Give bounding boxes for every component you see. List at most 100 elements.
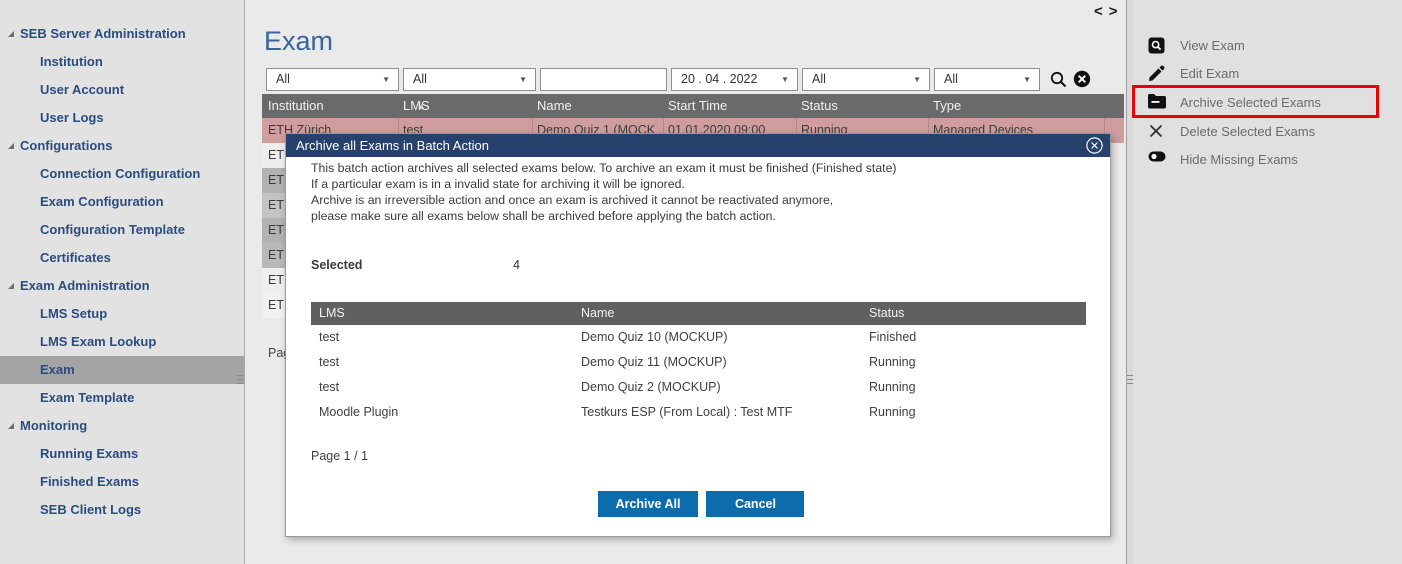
history-nav: <> bbox=[1094, 3, 1124, 20]
seb-server-app: SEB Server Administration Institution Us… bbox=[0, 0, 1402, 564]
sidebar-item-exam-configuration[interactable]: Exam Configuration bbox=[0, 188, 244, 216]
cell-lms: test bbox=[319, 325, 339, 350]
action-label: Archive Selected Exams bbox=[1180, 94, 1321, 112]
filter-value: All bbox=[413, 72, 427, 86]
sidebar-item-lms-setup[interactable]: LMS Setup bbox=[0, 300, 244, 328]
filter-type-select[interactable]: All▼ bbox=[934, 68, 1040, 91]
column-header-name[interactable]: Name bbox=[537, 94, 572, 118]
sidebar-item-label: Exam bbox=[40, 362, 75, 377]
description-line: This batch action archives all selected … bbox=[311, 160, 897, 176]
column-header-type[interactable]: Type bbox=[933, 94, 961, 118]
chevron-down-icon: ▼ bbox=[519, 69, 527, 90]
column-header-status[interactable]: Status bbox=[801, 94, 838, 118]
sidebar-item-lms-exam-lookup[interactable]: LMS Exam Lookup bbox=[0, 328, 244, 356]
view-exam-icon bbox=[1148, 37, 1165, 54]
cell-name: Demo Quiz 2 (MOCKUP) bbox=[581, 375, 721, 400]
table-row[interactable]: ET bbox=[262, 268, 285, 293]
sidebar-section-label: Configurations bbox=[20, 138, 112, 153]
table-row[interactable]: ET bbox=[262, 293, 285, 318]
cell-name: Demo Quiz 11 (MOCKUP) bbox=[581, 350, 727, 375]
chevron-down-icon: ▼ bbox=[913, 69, 921, 90]
sidebar-item-connection-configuration[interactable]: Connection Configuration bbox=[0, 160, 244, 188]
sidebar-section-seb-server-administration[interactable]: SEB Server Administration bbox=[0, 20, 244, 48]
table-row-selected[interactable]: ET bbox=[262, 168, 285, 193]
archive-all-button[interactable]: Archive All bbox=[598, 491, 698, 517]
sidebar-item-label: Configuration Template bbox=[40, 222, 185, 237]
cell-status: Running bbox=[869, 350, 916, 375]
cell-status: Running bbox=[869, 400, 916, 425]
action-label: Hide Missing Exams bbox=[1180, 151, 1298, 169]
sidebar-item-label: Institution bbox=[40, 54, 103, 69]
sidebar-item-certificates[interactable]: Certificates bbox=[0, 244, 244, 272]
search-icon[interactable] bbox=[1049, 70, 1068, 94]
action-label: View Exam bbox=[1180, 37, 1245, 55]
chevron-down-icon: ▼ bbox=[781, 69, 789, 90]
filter-value: 20 . 04 . 2022 bbox=[681, 72, 757, 86]
table-row[interactable]: Moodle Plugin Testkurs ESP (From Local) … bbox=[311, 400, 1086, 425]
sidebar-item-seb-client-logs[interactable]: SEB Client Logs bbox=[0, 496, 244, 524]
forward-arrow-icon[interactable]: > bbox=[1109, 3, 1124, 20]
description-line: Archive is an irreversible action and on… bbox=[311, 192, 897, 208]
table-row[interactable]: test Demo Quiz 2 (MOCKUP) Running bbox=[311, 375, 1086, 400]
dialog-description: This batch action archives all selected … bbox=[311, 160, 897, 224]
filter-institution-select[interactable]: All▼ bbox=[266, 68, 399, 91]
cell-status: Finished bbox=[869, 325, 916, 350]
sidebar: SEB Server Administration Institution Us… bbox=[0, 0, 245, 564]
filter-name-input[interactable] bbox=[540, 68, 667, 91]
sidebar-item-user-logs[interactable]: User Logs bbox=[0, 104, 244, 132]
sidebar-item-label: Running Exams bbox=[40, 446, 138, 461]
sidebar-item-configuration-template[interactable]: Configuration Template bbox=[0, 216, 244, 244]
cell-lms: test bbox=[319, 350, 339, 375]
description-line: If a particular exam is in a invalid sta… bbox=[311, 176, 897, 192]
sidebar-section-configurations[interactable]: Configurations bbox=[0, 132, 244, 160]
action-panel bbox=[1133, 0, 1402, 564]
clear-filter-icon[interactable] bbox=[1073, 70, 1091, 93]
dialog-titlebar: Archive all Exams in Batch Action bbox=[286, 134, 1110, 157]
selected-label: Selected bbox=[311, 258, 362, 272]
cell-institution-fragment: ET bbox=[268, 298, 284, 312]
close-icon[interactable] bbox=[1086, 137, 1103, 161]
dialog-page-indicator: Page 1 / 1 bbox=[311, 449, 368, 463]
filter-lms-select[interactable]: All ▼ bbox=[403, 68, 536, 91]
table-row[interactable]: ET bbox=[262, 143, 285, 168]
cell-name: Testkurs ESP (From Local) : Test MTF bbox=[581, 400, 792, 425]
cell-name: Demo Quiz 10 (MOCKUP) bbox=[581, 325, 728, 350]
sidebar-item-institution[interactable]: Institution bbox=[0, 48, 244, 76]
column-header-lms[interactable]: LMS bbox=[403, 94, 430, 118]
sidebar-item-label: LMS Setup bbox=[40, 306, 107, 321]
cell-institution-fragment: ET bbox=[268, 248, 284, 262]
column-header-start-time[interactable]: Start Time bbox=[668, 94, 727, 118]
table-row-selected[interactable]: ET bbox=[262, 218, 285, 243]
sidebar-item-label: Exam Configuration bbox=[40, 194, 164, 209]
column-header-institution[interactable]: Institution bbox=[268, 94, 324, 118]
sidebar-item-exam[interactable]: Exam bbox=[0, 356, 244, 384]
filter-status-select[interactable]: All▼ bbox=[802, 68, 930, 91]
sidebar-item-label: User Logs bbox=[40, 110, 104, 125]
sidebar-section-monitoring[interactable]: Monitoring bbox=[0, 412, 244, 440]
sidebar-item-exam-template[interactable]: Exam Template bbox=[0, 384, 244, 412]
table-row-selected[interactable]: ET bbox=[262, 243, 285, 268]
table-row[interactable]: test Demo Quiz 10 (MOCKUP) Finished bbox=[311, 325, 1086, 350]
sidebar-item-label: LMS Exam Lookup bbox=[40, 334, 156, 349]
sidebar-item-label: Exam Template bbox=[40, 390, 134, 405]
cancel-button[interactable]: Cancel bbox=[706, 491, 804, 517]
back-arrow-icon[interactable]: < bbox=[1094, 3, 1109, 20]
description-line: please make sure all exams below shall b… bbox=[311, 208, 897, 224]
sidebar-splitter-handle[interactable] bbox=[237, 372, 244, 388]
column-header-status: Status bbox=[869, 302, 904, 325]
sidebar-item-label: Finished Exams bbox=[40, 474, 139, 489]
table-row-selected[interactable]: ET bbox=[262, 193, 285, 218]
sidebar-item-finished-exams[interactable]: Finished Exams bbox=[0, 468, 244, 496]
sidebar-section-exam-administration[interactable]: Exam Administration bbox=[0, 272, 244, 300]
archive-batch-dialog: Archive all Exams in Batch Action This b… bbox=[285, 133, 1111, 537]
cell-lms: Moodle Plugin bbox=[319, 400, 398, 425]
sidebar-section-label: Monitoring bbox=[20, 418, 87, 433]
dialog-title: Archive all Exams in Batch Action bbox=[296, 138, 489, 153]
filter-start-time-select[interactable]: 20 . 04 . 2022 ▼ bbox=[671, 68, 798, 91]
dialog-exam-table: LMS Name Status test Demo Quiz 10 (MOCKU… bbox=[311, 302, 1086, 425]
action-label: Delete Selected Exams bbox=[1180, 123, 1315, 141]
table-row[interactable]: test Demo Quiz 11 (MOCKUP) Running bbox=[311, 350, 1086, 375]
sidebar-item-user-account[interactable]: User Account bbox=[0, 76, 244, 104]
sidebar-item-running-exams[interactable]: Running Exams bbox=[0, 440, 244, 468]
cell-institution-fragment: ET bbox=[268, 173, 284, 187]
